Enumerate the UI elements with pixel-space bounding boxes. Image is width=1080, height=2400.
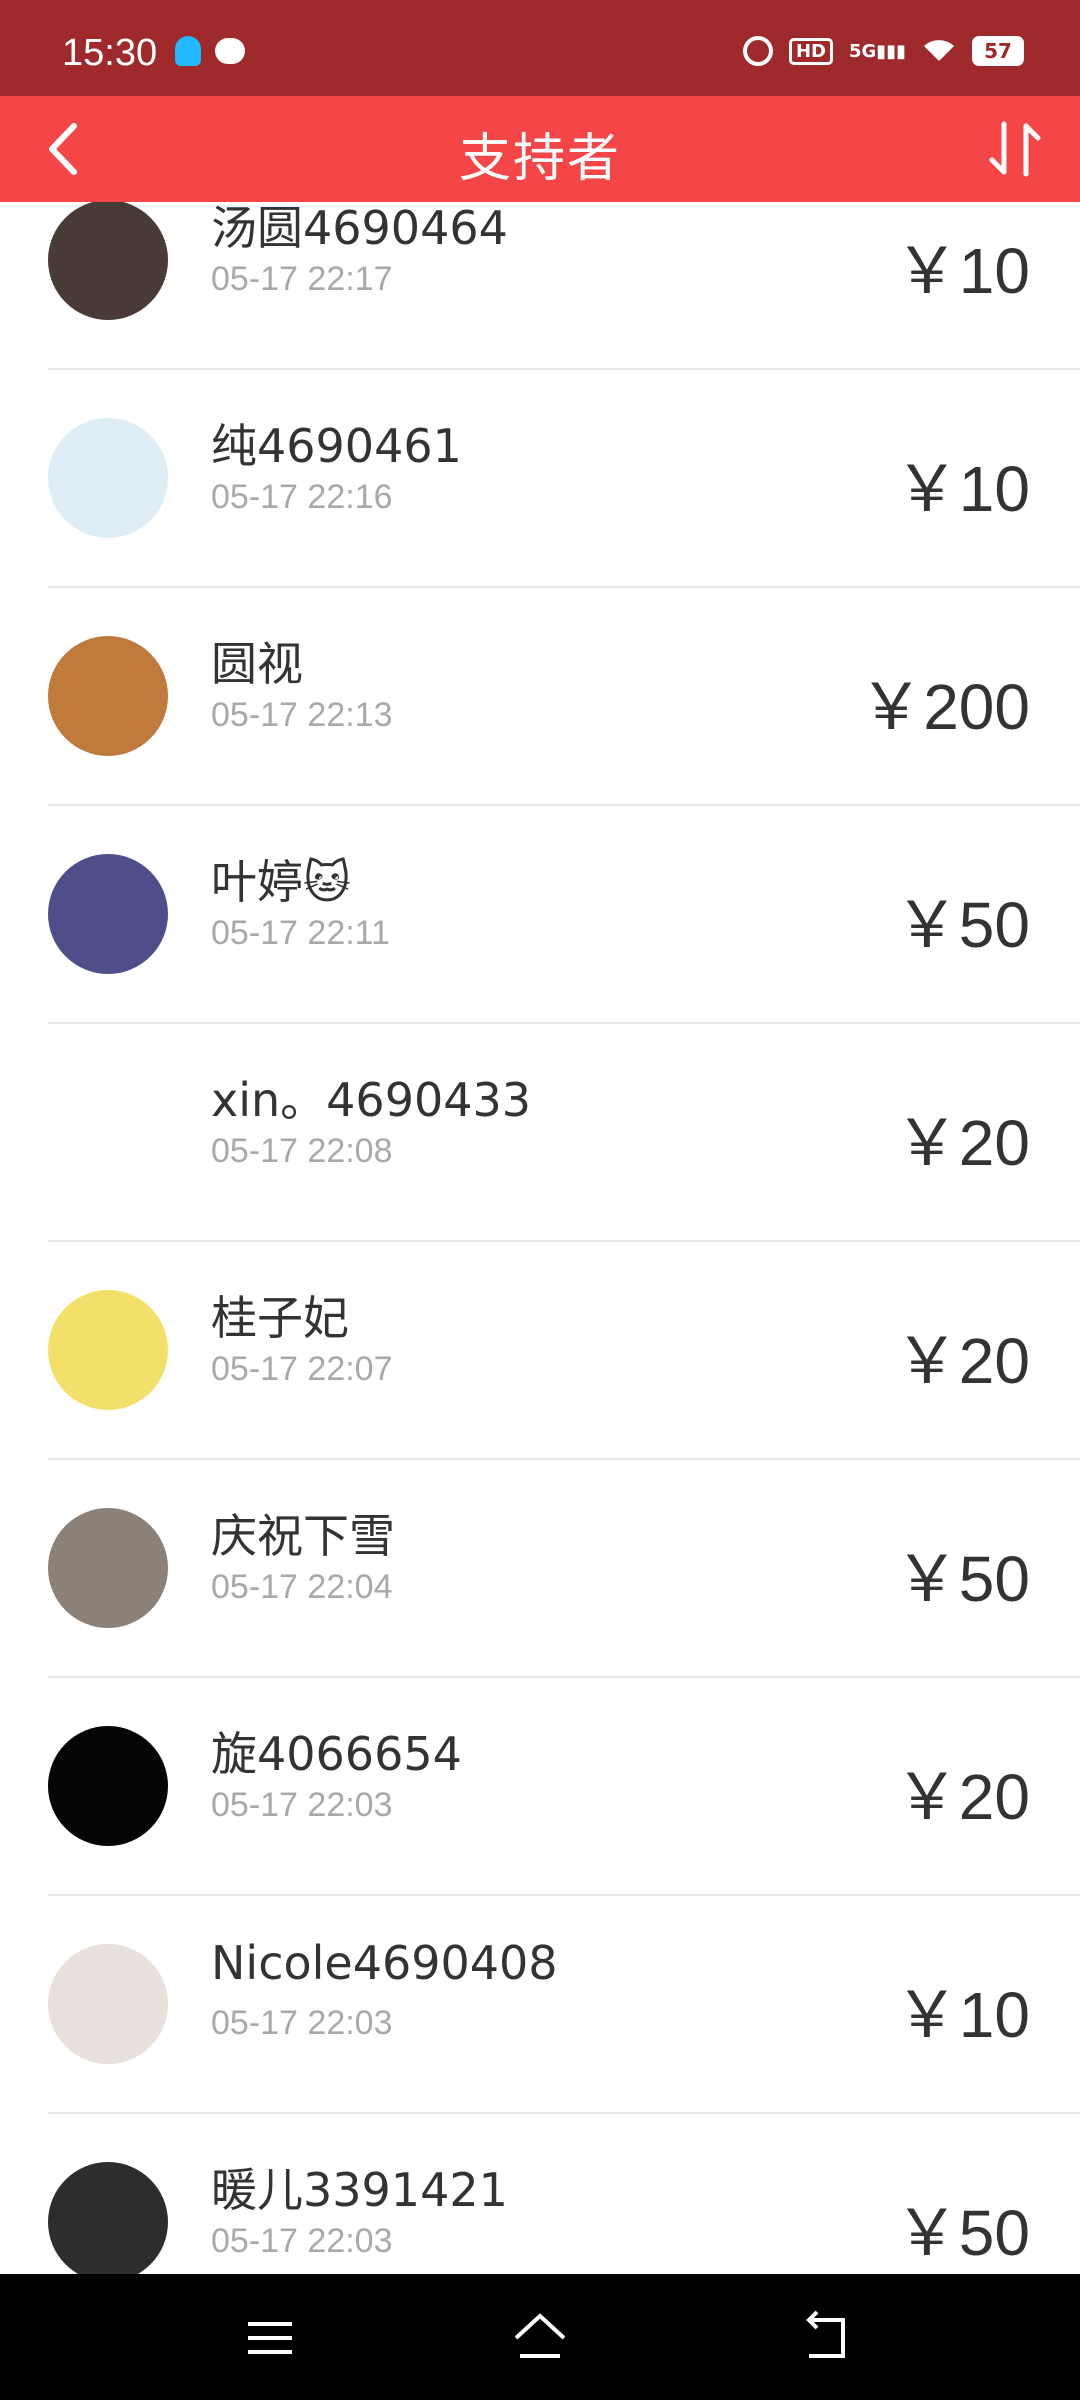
avatar[interactable] [48,1726,168,1846]
support-amount: ￥50 [894,1543,1030,1615]
support-amount: ￥20 [894,1107,1030,1179]
notification-icons [175,36,245,66]
battery-icon: 57 [972,36,1024,66]
supporter-row[interactable]: 桂子妃 05-17 22:07 ￥20 [48,1242,1080,1460]
supporter-list[interactable]: 汤圆4690464 05-17 22:17 ￥10 纯4690461 05-17 22:… [0,202,1080,2274]
supporter-name: 桂子妃 [211,1291,349,1345]
support-amount: ￥20 [894,1761,1030,1833]
support-time: 05-17 22:13 [211,696,393,734]
avatar[interactable] [48,202,168,320]
supporter-row[interactable]: 庆祝下雪 05-17 22:04 ￥50 [48,1460,1080,1678]
app-bar: 支持者 [0,96,1080,202]
supporter-row[interactable]: 旋4066654 05-17 22:03 ￥20 [48,1678,1080,1896]
support-amount: ￥20 [894,1325,1030,1397]
supporter-name: 汤圆4690464 [211,202,508,255]
status-time: 15:30 [62,32,158,74]
support-amount: ￥50 [894,2197,1030,2269]
support-time: 05-17 22:11 [211,914,390,952]
supporter-list-inner: 汤圆4690464 05-17 22:17 ￥10 纯4690461 05-17 22:… [0,202,1080,2274]
alarm-icon [742,36,773,66]
support-time: 05-17 22:08 [211,1132,393,1170]
support-time: 05-17 22:04 [211,1568,393,1606]
supporter-name: 暖儿3391421 [211,2163,508,2217]
supporter-row[interactable]: 纯4690461 05-17 22:16 ￥10 [48,370,1080,588]
avatar[interactable] [48,1508,168,1628]
support-amount: ￥10 [894,453,1030,525]
system-nav-bar [0,2274,1080,2400]
qq-notification-icon [175,36,201,66]
supporter-row[interactable]: 叶婷🐱 05-17 22:11 ￥50 [48,806,1080,1024]
page-title: 支持者 [458,129,621,189]
avatar[interactable] [48,854,168,974]
status-bar: 15:30 HD 5G▮▮▮ 57 [0,0,1080,96]
supporter-name: Nicole4690408 [211,1936,558,1990]
avatar[interactable] [48,418,168,538]
wifi-icon [924,40,954,61]
support-amount: ￥10 [894,1979,1030,2051]
support-time: 05-17 22:03 [211,1786,393,1824]
supporter-row[interactable]: 暖儿3391421 05-17 22:03 ￥50 [48,2114,1080,2274]
support-time: 05-17 22:17 [211,260,393,298]
supporter-row[interactable]: 圆视 05-17 22:13 ￥200 [48,588,1080,806]
support-amount: ￥200 [859,671,1030,743]
chat-notification-icon [215,38,245,64]
system-indicators: HD 5G▮▮▮ 57 [742,36,1024,66]
avatar[interactable] [48,1072,168,1192]
hd-icon: HD [788,37,833,65]
supporter-row[interactable]: xin。4690433 05-17 22:08 ￥20 [48,1024,1080,1242]
avatar[interactable] [48,2162,168,2274]
supporter-name: 庆祝下雪 [211,1509,395,1563]
support-time: 05-17 22:16 [211,478,393,516]
sort-button[interactable] [980,110,1050,188]
menu-icon[interactable] [240,2308,300,2368]
support-time: 05-17 22:07 [211,1350,393,1388]
support-amount: ￥10 [894,235,1030,307]
supporter-name: 旋4066654 [211,1727,462,1781]
supporter-name: xin。4690433 [211,1073,532,1127]
back-nav-icon[interactable] [795,2308,855,2368]
signal-icon: 5G▮▮▮ [848,40,906,62]
avatar[interactable] [48,1290,168,1410]
support-time: 05-17 22:03 [211,2004,393,2042]
supporter-name: 圆视 [211,637,303,691]
home-icon[interactable] [510,2308,570,2368]
support-amount: ￥50 [894,889,1030,961]
avatar[interactable] [48,1944,168,2064]
support-time: 05-17 22:03 [211,2222,393,2260]
supporter-row[interactable]: Nicole4690408 05-17 22:03 ￥10 [48,1896,1080,2114]
supporter-row[interactable]: 汤圆4690464 05-17 22:17 ￥10 [48,202,1080,370]
supporter-name: 叶婷🐱 [211,855,351,909]
avatar[interactable] [48,636,168,756]
supporter-name: 纯4690461 [211,419,462,473]
